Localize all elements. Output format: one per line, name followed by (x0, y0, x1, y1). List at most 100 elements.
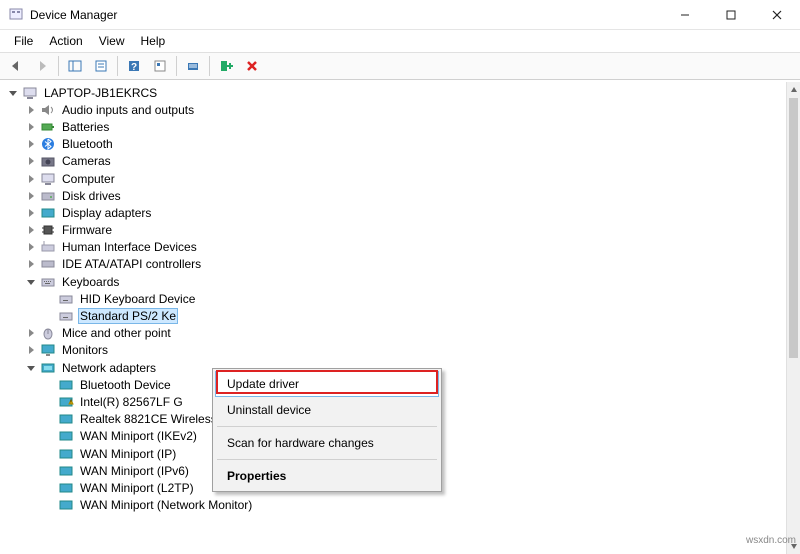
scroll-up-icon[interactable] (787, 82, 800, 98)
scan-hardware-button[interactable] (181, 54, 205, 78)
separator (217, 459, 437, 460)
network-adapter-warning-icon: ! (58, 394, 74, 410)
tree-item-cameras[interactable]: Cameras (4, 153, 786, 170)
tree-label: Display adapters (60, 206, 153, 220)
chevron-down-icon[interactable] (24, 361, 38, 375)
tree-label: Human Interface Devices (60, 240, 199, 254)
uninstall-button[interactable] (240, 54, 264, 78)
chevron-right-icon[interactable] (24, 137, 38, 151)
scrollbar-thumb[interactable] (789, 98, 798, 358)
tree-label: WAN Miniport (Network Monitor) (78, 498, 254, 512)
tree-item-keyboards[interactable]: Keyboards (4, 273, 786, 290)
chevron-right-icon[interactable] (24, 154, 38, 168)
tree-root[interactable]: LAPTOP-JB1EKRCS (4, 84, 786, 101)
tree-item-monitors[interactable]: Monitors (4, 342, 786, 359)
ctx-scan-hardware[interactable]: Scan for hardware changes (215, 430, 439, 456)
camera-icon (40, 153, 56, 169)
tree-label: Intel(R) 82567LF G (78, 395, 185, 409)
menu-file[interactable]: File (6, 32, 41, 50)
network-adapter-icon (58, 377, 74, 393)
tree-item-batteries[interactable]: Batteries (4, 118, 786, 135)
maximize-button[interactable] (708, 0, 754, 30)
chevron-right-icon[interactable] (24, 206, 38, 220)
computer-icon (22, 85, 38, 101)
chevron-right-icon[interactable] (24, 189, 38, 203)
back-button[interactable] (4, 54, 28, 78)
tree-item-wan-netmon[interactable]: WAN Miniport (Network Monitor) (4, 497, 786, 514)
ctx-update-driver[interactable]: Update driver (215, 371, 439, 397)
menu-view[interactable]: View (91, 32, 133, 50)
controller-icon (40, 256, 56, 272)
tree-item-firmware[interactable]: Firmware (4, 222, 786, 239)
chevron-right-icon[interactable] (24, 120, 38, 134)
chevron-right-icon[interactable] (24, 240, 38, 254)
tree-label: Computer (60, 172, 117, 186)
ctx-uninstall-device[interactable]: Uninstall device (215, 397, 439, 423)
network-adapter-icon (58, 463, 74, 479)
keyboard-icon (58, 291, 74, 307)
tree-label: WAN Miniport (IPv6) (78, 464, 191, 478)
chevron-right-icon[interactable] (24, 257, 38, 271)
separator (176, 56, 177, 76)
chevron-down-icon[interactable] (6, 86, 20, 100)
chevron-right-icon[interactable] (24, 172, 38, 186)
title-bar: Device Manager (0, 0, 800, 30)
help-button[interactable]: ? (122, 54, 146, 78)
minimize-button[interactable] (662, 0, 708, 30)
network-adapter-icon (58, 480, 74, 496)
menu-bar: File Action View Help (0, 30, 800, 52)
tree-label: Network adapters (60, 361, 158, 375)
tree-item-disk[interactable]: Disk drives (4, 187, 786, 204)
separator (58, 56, 59, 76)
tree-label: Bluetooth (60, 137, 115, 151)
network-adapter-icon (58, 411, 74, 427)
network-icon (40, 360, 56, 376)
chevron-right-icon[interactable] (24, 343, 38, 357)
app-icon (8, 7, 24, 23)
window-title: Device Manager (30, 8, 117, 22)
properties-button[interactable] (89, 54, 113, 78)
ctx-label: Scan for hardware changes (227, 436, 374, 450)
computer-icon (40, 171, 56, 187)
show-hide-tree-button[interactable] (63, 54, 87, 78)
separator (209, 56, 210, 76)
tree-item-bluetooth[interactable]: Bluetooth (4, 136, 786, 153)
battery-icon (40, 119, 56, 135)
action-button[interactable] (148, 54, 172, 78)
tree-item-ps2-keyboard[interactable]: Standard PS/2 Ke (4, 307, 786, 324)
chip-icon (40, 222, 56, 238)
tree-label: LAPTOP-JB1EKRCS (42, 86, 159, 100)
chevron-right-icon[interactable] (24, 103, 38, 117)
tree-item-computer[interactable]: Computer (4, 170, 786, 187)
menu-action[interactable]: Action (41, 32, 90, 50)
tree-item-hid[interactable]: Human Interface Devices (4, 239, 786, 256)
ctx-properties[interactable]: Properties (215, 463, 439, 489)
tree-label: WAN Miniport (L2TP) (78, 481, 196, 495)
tree-label: WAN Miniport (IP) (78, 447, 178, 461)
context-menu: Update driver Uninstall device Scan for … (212, 368, 442, 492)
chevron-right-icon[interactable] (24, 326, 38, 340)
chevron-right-icon[interactable] (24, 223, 38, 237)
separator (217, 426, 437, 427)
tree-item-audio[interactable]: Audio inputs and outputs (4, 101, 786, 118)
tree-item-mice[interactable]: Mice and other point (4, 325, 786, 342)
tree-label: Batteries (60, 120, 111, 134)
tree-item-display[interactable]: Display adapters (4, 204, 786, 221)
ctx-label: Uninstall device (227, 403, 311, 417)
toolbar: ? (0, 52, 800, 80)
tree-label: Mice and other point (60, 326, 173, 340)
forward-button[interactable] (30, 54, 54, 78)
tree-item-ide[interactable]: IDE ATA/ATAPI controllers (4, 256, 786, 273)
menu-help[interactable]: Help (133, 32, 174, 50)
tree-label: Firmware (60, 223, 114, 237)
ctx-label: Properties (227, 469, 286, 483)
scrollbar[interactable] (786, 82, 800, 554)
hid-icon (40, 239, 56, 255)
close-button[interactable] (754, 0, 800, 30)
keyboard-icon (58, 308, 74, 324)
tree-label: WAN Miniport (IKEv2) (78, 429, 199, 443)
tree-label: Standard PS/2 Ke (78, 308, 178, 324)
tree-item-hid-keyboard[interactable]: HID Keyboard Device (4, 290, 786, 307)
chevron-down-icon[interactable] (24, 275, 38, 289)
add-hardware-button[interactable] (214, 54, 238, 78)
